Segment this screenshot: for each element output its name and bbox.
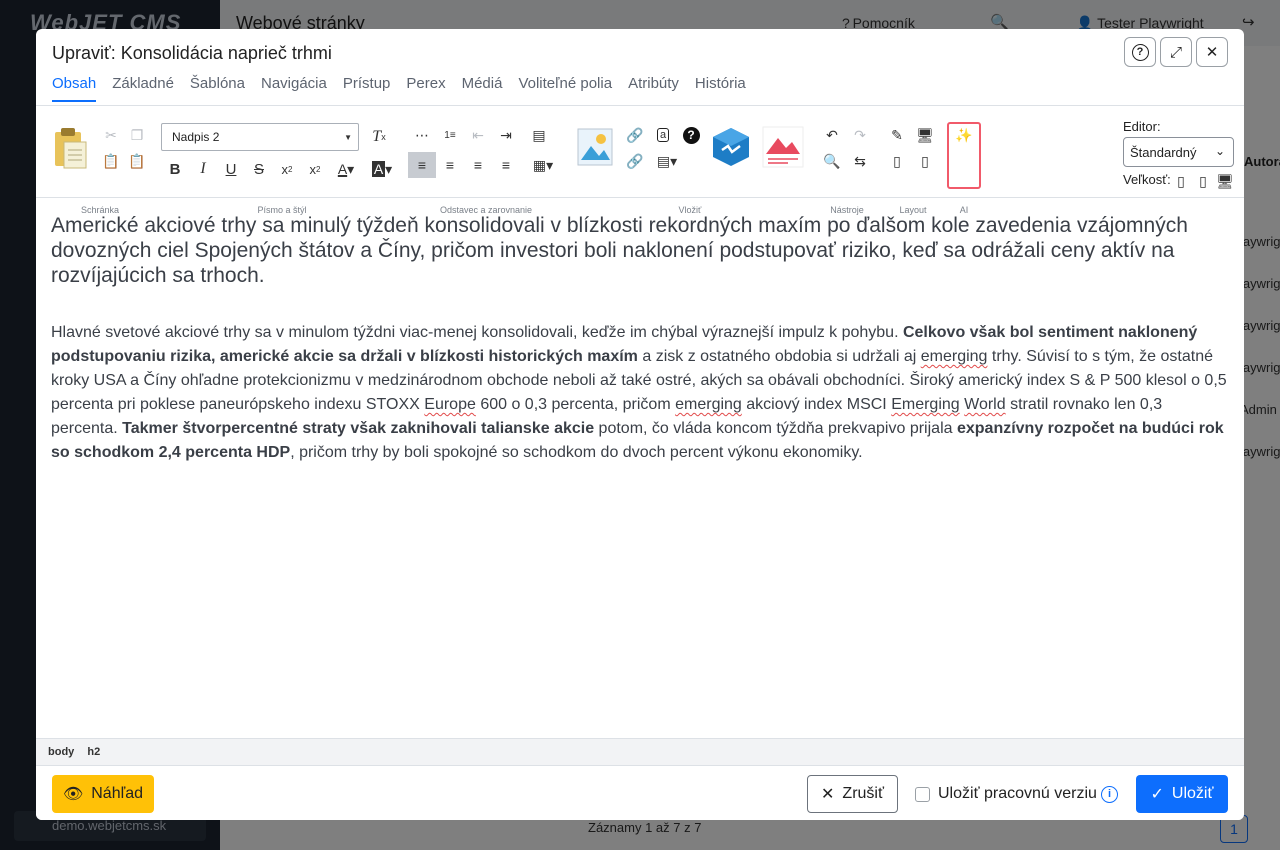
outdent-icon[interactable]: ⇤ (467, 124, 489, 146)
tab-perex[interactable]: Perex (406, 75, 445, 102)
caret-down-icon: ▼ (344, 133, 352, 142)
underline-icon[interactable]: U (220, 158, 242, 180)
phone-view-icon[interactable]: ▯ (914, 150, 936, 172)
table-icon[interactable]: ▦▾ (528, 154, 558, 176)
cut-icon[interactable]: ✂ (100, 124, 122, 146)
editor-type-select[interactable]: Štandardný ⌄ (1123, 137, 1234, 167)
unlink-icon[interactable]: 🔗 (624, 124, 646, 146)
bold-icon[interactable]: B (164, 158, 186, 180)
tab-volitelne-polia[interactable]: Voliteľné polia (518, 75, 612, 102)
help-button[interactable]: ? (1124, 37, 1156, 67)
tab-zakladne[interactable]: Základné (112, 75, 174, 102)
desktop-view-icon[interactable]: 🖥 (914, 124, 936, 146)
maximize-button[interactable]: ⤢ (1160, 37, 1192, 67)
editor-type-value: Štandardný (1130, 145, 1197, 160)
replace-icon[interactable]: ⇆ (849, 150, 871, 172)
editor-content[interactable]: Americké akciové trhy sa minulý týždeň k… (51, 213, 1231, 465)
align-center-icon[interactable]: ≡ (439, 154, 461, 176)
align-left-icon[interactable]: ≡ (408, 152, 436, 178)
save-button[interactable]: ✓ Uložiť (1136, 775, 1228, 813)
strikethrough-icon[interactable]: S (248, 158, 270, 180)
paste-icon[interactable] (52, 126, 88, 170)
tablet-size-icon[interactable]: ▯ (1194, 170, 1212, 192)
form-icon[interactable]: ▤▾ (652, 150, 682, 172)
editor-toolbar: ✂ ❐ 📋 📋 Schránka Nadpis 2 ▼ Tx B I U S x2… (36, 105, 1244, 215)
tab-media[interactable]: Médiá (462, 75, 503, 102)
help-circle-icon[interactable]: ? (680, 124, 702, 146)
tablet-view-icon[interactable]: ▯ (886, 150, 908, 172)
undo-icon[interactable]: ↶ (821, 124, 843, 146)
link-icon[interactable]: 🔗 (624, 150, 646, 172)
subscript-icon[interactable]: x2 (276, 158, 298, 180)
editor-label: Editor: (1123, 119, 1161, 134)
align-justify-icon[interactable]: ≡ (495, 154, 517, 176)
align-right-icon[interactable]: ≡ (467, 154, 489, 176)
tab-atributy[interactable]: Atribúty (628, 75, 679, 102)
help-circle-icon: ? (1131, 43, 1149, 61)
check-icon: ✓ (1150, 786, 1164, 803)
background-color-icon[interactable]: A ▾ (368, 158, 396, 180)
content-paragraph: Hlavné svetové akciové trhy sa v minulom… (51, 324, 1227, 461)
text-color-icon[interactable]: A ▾ (332, 158, 360, 180)
close-icon: ✕ (821, 786, 835, 803)
format-select[interactable]: Nadpis 2 ▼ (161, 123, 359, 151)
close-icon: ✕ (1205, 44, 1219, 61)
bulleted-list-icon[interactable]: ⋯ (411, 124, 433, 146)
modal-title: Upraviť: Konsolidácia naprieč trhmi (52, 43, 332, 63)
path-h2[interactable]: h2 (87, 746, 100, 758)
tab-sablona[interactable]: Šablóna (190, 75, 245, 102)
eye-icon: 👁 (62, 786, 84, 803)
save-draft-label: Uložiť pracovnú verziu (938, 785, 1097, 802)
edit-mode-icon[interactable]: ✎ (886, 124, 908, 146)
edit-modal: Upraviť: Konsolidácia naprieč trhmi ? ⤢ … (36, 29, 1244, 820)
element-path-bar: body h2 (36, 738, 1244, 765)
paste-word-icon[interactable]: 📋 (126, 150, 148, 172)
app-store-icon[interactable] (709, 126, 753, 168)
path-body[interactable]: body (48, 746, 74, 758)
tab-navigacia[interactable]: Navigácia (261, 75, 327, 102)
expand-icon: ⤢ (1169, 43, 1182, 61)
close-button[interactable]: ✕ (1196, 37, 1228, 67)
image-icon[interactable] (577, 128, 613, 166)
ai-sparkle-icon[interactable]: ✨ (953, 124, 975, 146)
redo-icon[interactable]: ↷ (849, 124, 871, 146)
copy-icon[interactable]: ❐ (126, 124, 148, 146)
cancel-button[interactable]: ✕ Zrušiť (807, 775, 898, 813)
tab-pristup[interactable]: Prístup (343, 75, 391, 102)
content-heading: Americké akciové trhy sa minulý týždeň k… (51, 214, 1188, 287)
tab-historia[interactable]: História (695, 75, 746, 102)
blockquote-icon[interactable]: ▤ (528, 124, 550, 146)
numbered-list-icon[interactable]: 1≡ (439, 124, 461, 146)
info-icon[interactable]: i (1101, 786, 1118, 803)
modal-footer: 👁 Náhľad ✕ Zrušiť Uložiť pracovnú verziu i… (36, 765, 1244, 820)
modal-tabs: Obsah Základné Šablóna Navigácia Prístup… (52, 75, 746, 102)
superscript-icon[interactable]: x2 (304, 158, 326, 180)
tab-obsah[interactable]: Obsah (52, 75, 97, 102)
paste-text-icon[interactable]: 📋 (100, 150, 122, 172)
special-character-icon[interactable]: a (652, 124, 674, 146)
italic-icon[interactable]: I (192, 158, 214, 180)
find-icon[interactable]: 🔍 (821, 150, 843, 172)
format-select-value: Nadpis 2 (172, 130, 220, 144)
preview-button[interactable]: 👁 Náhľad (52, 775, 154, 813)
indent-icon[interactable]: ⇥ (495, 124, 517, 146)
clear-format-icon[interactable]: Tx (368, 126, 390, 148)
size-label: Veľkosť: (1123, 172, 1171, 187)
phone-size-icon[interactable]: ▯ (1172, 170, 1190, 192)
gallery-icon[interactable] (762, 126, 804, 168)
save-draft-checkbox[interactable] (915, 787, 930, 802)
chevron-down-icon: ⌄ (1214, 144, 1225, 158)
desktop-size-icon[interactable]: 🖥 (1215, 170, 1235, 192)
